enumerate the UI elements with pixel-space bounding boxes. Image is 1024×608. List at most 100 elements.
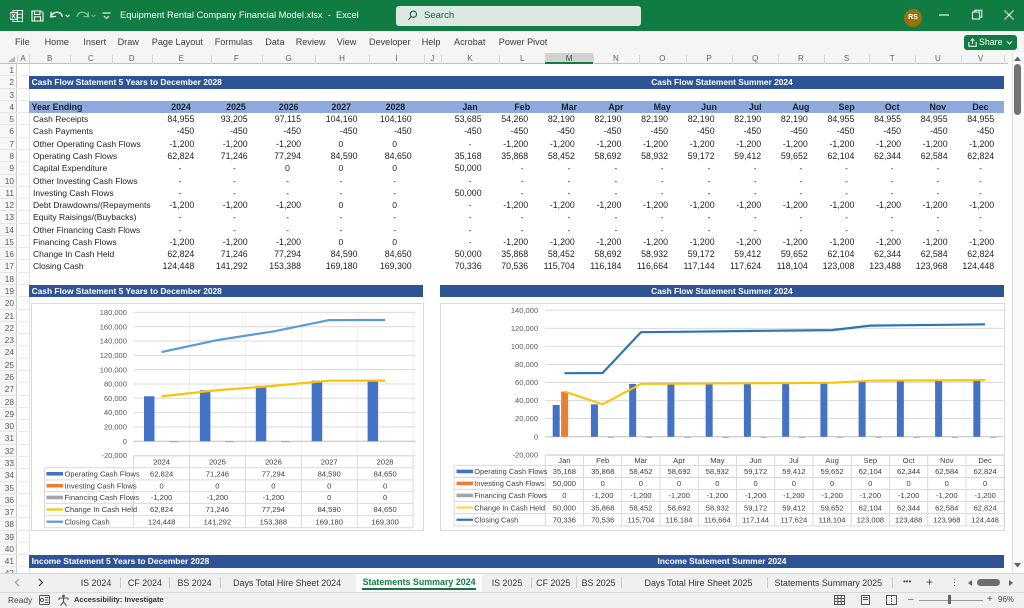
svg-text:Closing Cash: Closing Cash xyxy=(474,515,518,524)
svg-text:0: 0 xyxy=(715,479,719,488)
svg-text:0: 0 xyxy=(753,479,757,488)
svg-text:123,008: 123,008 xyxy=(856,515,883,524)
svg-text:59,412: 59,412 xyxy=(782,503,805,512)
svg-text:Change In Cash Held: Change In Cash Held xyxy=(65,505,138,514)
svg-text:0: 0 xyxy=(123,437,127,446)
svg-text:58,452: 58,452 xyxy=(629,503,652,512)
svg-text:Investing Cash Flows: Investing Cash Flows xyxy=(474,479,545,488)
svg-text:118,104: 118,104 xyxy=(818,515,845,524)
svg-text:71,246: 71,246 xyxy=(206,505,229,514)
svg-text:Operating Cash Flows: Operating Cash Flows xyxy=(474,467,547,476)
svg-text:160,000: 160,000 xyxy=(100,322,127,331)
svg-text:May: May xyxy=(710,456,725,465)
svg-text:Mar: Mar xyxy=(634,456,648,465)
svg-text:140,000: 140,000 xyxy=(100,337,127,346)
svg-text:0: 0 xyxy=(982,479,986,488)
svg-text:-1,200: -1,200 xyxy=(263,493,285,502)
svg-text:Aug: Aug xyxy=(825,456,839,465)
svg-text:62,824: 62,824 xyxy=(973,503,996,512)
svg-text:Dec: Dec xyxy=(978,456,992,465)
svg-text:-1,200: -1,200 xyxy=(897,491,919,500)
svg-text:2025: 2025 xyxy=(209,458,226,467)
svg-text:-1,200: -1,200 xyxy=(821,491,843,500)
svg-text:35,868: 35,868 xyxy=(591,467,614,476)
svg-text:Nov: Nov xyxy=(940,456,954,465)
svg-text:62,344: 62,344 xyxy=(896,467,919,476)
svg-text:Investing Cash Flows: Investing Cash Flows xyxy=(65,481,137,490)
svg-text:0: 0 xyxy=(600,479,604,488)
svg-text:59,652: 59,652 xyxy=(820,467,843,476)
svg-text:40,000: 40,000 xyxy=(515,396,538,405)
svg-text:Financing Cash Flows: Financing Cash Flows xyxy=(65,493,140,502)
svg-text:124,448: 124,448 xyxy=(148,517,175,526)
svg-text:0: 0 xyxy=(562,491,566,500)
svg-text:Apr: Apr xyxy=(673,456,685,465)
svg-text:35,868: 35,868 xyxy=(591,503,614,512)
svg-text:116,664: 116,664 xyxy=(703,515,730,524)
svg-text:58,692: 58,692 xyxy=(667,503,690,512)
svg-text:-1,200: -1,200 xyxy=(630,491,652,500)
svg-text:Change In Cash Held: Change In Cash Held xyxy=(474,503,545,512)
svg-text:-20,000: -20,000 xyxy=(512,450,537,459)
svg-text:62,344: 62,344 xyxy=(896,503,919,512)
svg-text:0: 0 xyxy=(638,479,642,488)
svg-text:120,000: 120,000 xyxy=(510,324,537,333)
svg-text:58,692: 58,692 xyxy=(667,467,690,476)
svg-text:59,652: 59,652 xyxy=(820,503,843,512)
svg-text:-1,200: -1,200 xyxy=(207,493,229,502)
svg-text:-20,000: -20,000 xyxy=(101,451,126,460)
svg-text:0: 0 xyxy=(676,479,680,488)
svg-text:-1,200: -1,200 xyxy=(744,491,766,500)
svg-text:0: 0 xyxy=(906,479,910,488)
svg-text:62,824: 62,824 xyxy=(150,470,173,479)
svg-text:-1,200: -1,200 xyxy=(591,491,613,500)
svg-text:58,932: 58,932 xyxy=(705,467,728,476)
svg-text:58,932: 58,932 xyxy=(705,503,728,512)
svg-text:62,584: 62,584 xyxy=(935,503,958,512)
svg-text:0: 0 xyxy=(159,481,163,490)
svg-text:0: 0 xyxy=(944,479,948,488)
svg-text:-1,200: -1,200 xyxy=(974,491,996,500)
svg-text:77,294: 77,294 xyxy=(262,470,285,479)
svg-text:84,650: 84,650 xyxy=(373,470,396,479)
svg-text:59,172: 59,172 xyxy=(743,467,766,476)
svg-text:Feb: Feb xyxy=(596,456,609,465)
svg-text:Sep: Sep xyxy=(863,456,877,465)
svg-text:20,000: 20,000 xyxy=(515,414,538,423)
svg-text:0: 0 xyxy=(327,481,331,490)
svg-text:-1,200: -1,200 xyxy=(936,491,958,500)
svg-text:80,000: 80,000 xyxy=(104,380,127,389)
svg-text:Jul: Jul xyxy=(789,456,799,465)
svg-text:120,000: 120,000 xyxy=(100,351,127,360)
svg-text:115,704: 115,704 xyxy=(627,515,654,524)
svg-text:2026: 2026 xyxy=(265,458,282,467)
svg-text:60,000: 60,000 xyxy=(104,394,127,403)
svg-text:0: 0 xyxy=(533,432,537,441)
svg-text:50,000: 50,000 xyxy=(552,479,575,488)
svg-text:X: X xyxy=(11,13,16,20)
svg-text:70,536: 70,536 xyxy=(591,515,614,524)
svg-text:0: 0 xyxy=(271,481,275,490)
svg-text:59,172: 59,172 xyxy=(743,503,766,512)
svg-text:84,650: 84,650 xyxy=(373,505,396,514)
svg-text:71,246: 71,246 xyxy=(206,470,229,479)
svg-text:-1,200: -1,200 xyxy=(859,491,881,500)
svg-text:-1,200: -1,200 xyxy=(151,493,173,502)
svg-text:180,000: 180,000 xyxy=(100,308,127,317)
svg-text:Closing Cash: Closing Cash xyxy=(65,517,110,526)
svg-text:0: 0 xyxy=(215,481,219,490)
svg-text:84,590: 84,590 xyxy=(318,505,341,514)
svg-text:0: 0 xyxy=(327,493,331,502)
svg-text:50,000: 50,000 xyxy=(552,503,575,512)
svg-text:0: 0 xyxy=(791,479,795,488)
svg-text:100,000: 100,000 xyxy=(510,342,537,351)
svg-text:2027: 2027 xyxy=(321,458,338,467)
svg-text:-1,200: -1,200 xyxy=(783,491,805,500)
svg-text:100,000: 100,000 xyxy=(100,365,127,374)
svg-text:62,824: 62,824 xyxy=(973,467,996,476)
svg-text:-1,200: -1,200 xyxy=(706,491,728,500)
svg-text:0: 0 xyxy=(383,481,387,490)
svg-text:40,000: 40,000 xyxy=(104,408,127,417)
svg-text:169,300: 169,300 xyxy=(371,517,398,526)
svg-text:123,488: 123,488 xyxy=(894,515,921,524)
